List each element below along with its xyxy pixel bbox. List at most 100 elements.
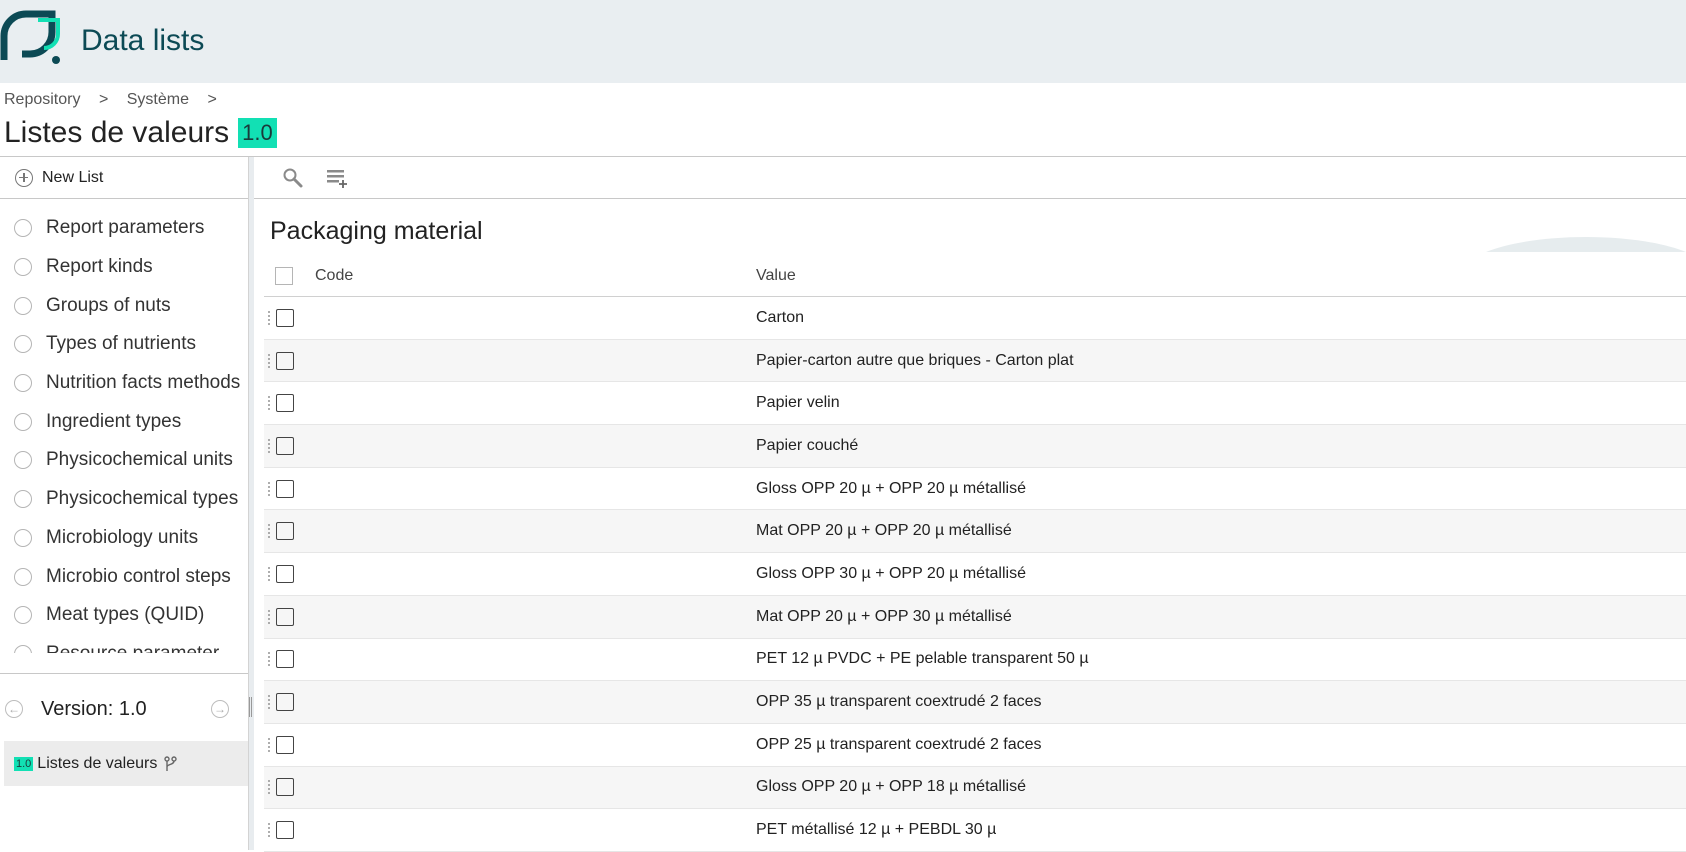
next-version-icon[interactable]: → [211, 700, 229, 718]
drag-handle-icon[interactable] [267, 523, 271, 540]
row-checkbox[interactable] [276, 564, 294, 583]
table-header: Code Value [264, 255, 1686, 297]
row-checkbox[interactable] [276, 778, 294, 797]
sidebar-item-physicochemical-types[interactable]: Physicochemical types [0, 480, 248, 519]
sidebar-item-groups-of-nuts[interactable]: Groups of nuts [0, 286, 248, 325]
radio-icon[interactable] [14, 412, 32, 431]
app-title: Data lists [81, 24, 205, 57]
data-list-menu[interactable]: Report parameters Report kinds Groups of… [0, 209, 248, 653]
row-checkbox[interactable] [276, 522, 294, 541]
sidebar-item-label: Resource parameter [46, 643, 219, 653]
table-row[interactable]: OPP 25 µ transparent coextrudé 2 faces [264, 724, 1686, 767]
drag-handle-icon[interactable] [267, 395, 271, 412]
table-row[interactable]: PET métallisé 12 µ + PEBDL 30 µ [264, 809, 1686, 852]
drag-handle-icon[interactable] [267, 608, 271, 625]
select-all-checkbox[interactable] [275, 266, 293, 285]
splitter-grip-icon[interactable] [249, 697, 252, 717]
table-row[interactable]: Mat OPP 20 µ + OPP 20 µ métallisé [264, 510, 1686, 554]
search-icon[interactable] [282, 167, 304, 189]
drag-handle-icon[interactable] [267, 352, 271, 369]
new-list-button[interactable]: New List [0, 157, 248, 199]
version-badge: 1.0 [238, 118, 277, 148]
page-title-text: Listes de valeurs [4, 116, 230, 149]
row-checkbox[interactable] [276, 693, 294, 712]
sidebar-item-label: Groups of nuts [46, 294, 171, 316]
drag-handle-icon[interactable] [267, 822, 271, 839]
value-cell: Mat OPP 20 µ + OPP 30 µ métallisé [756, 607, 1012, 625]
main-panel: Packaging material Code Value Carton Papi… [254, 157, 1686, 852]
row-checkbox[interactable] [276, 607, 294, 626]
drag-handle-icon[interactable] [267, 779, 271, 796]
row-checkbox[interactable] [276, 436, 294, 455]
drag-handle-icon[interactable] [267, 694, 271, 711]
sidebar-item-label: Microbio control steps [46, 565, 231, 587]
table-row[interactable]: Papier velin [264, 382, 1686, 426]
radio-icon[interactable] [14, 335, 32, 354]
previous-version-icon[interactable]: ← [5, 700, 23, 718]
drag-handle-icon[interactable] [267, 480, 271, 497]
value-cell: OPP 25 µ transparent coextrudé 2 faces [756, 735, 1042, 753]
row-checkbox[interactable] [276, 351, 294, 370]
version-tree-node[interactable]: 1.0 Listes de valeurs [4, 741, 248, 786]
column-header-value[interactable]: Value [756, 267, 796, 285]
column-header-code[interactable]: Code [315, 267, 756, 285]
drag-handle-icon[interactable] [267, 437, 271, 454]
sidebar-item-report-parameters[interactable]: Report parameters [0, 209, 248, 248]
table-row[interactable]: Gloss OPP 30 µ + OPP 20 µ métallisé [264, 553, 1686, 596]
radio-icon[interactable] [14, 296, 32, 315]
value-cell: PET métallisé 12 µ + PEBDL 30 µ [756, 821, 997, 839]
row-checkbox[interactable] [276, 479, 294, 498]
breadcrumb-repository[interactable]: Repository [4, 91, 80, 108]
sidebar-item-microbio-control-steps[interactable]: Microbio control steps [0, 557, 248, 596]
sidebar-item-nutrition-facts-methods[interactable]: Nutrition facts methods [0, 364, 248, 403]
breadcrumb-systeme[interactable]: Système [127, 91, 189, 108]
value-cell: Carton [756, 308, 805, 326]
table-row[interactable]: Carton [264, 297, 1686, 340]
value-cell: PET 12 µ PVDC + PE pelable transparent 5… [756, 650, 1089, 668]
branch-icon [164, 755, 178, 771]
app-header: Data lists [0, 0, 1686, 83]
sidebar: New List Report parameters Report kinds … [0, 157, 248, 850]
sidebar-item-report-kinds[interactable]: Report kinds [0, 248, 248, 287]
value-cell: Papier velin [756, 394, 840, 412]
table-row[interactable]: PET 12 µ PVDC + PE pelable transparent 5… [264, 639, 1686, 682]
sidebar-item-types-of-nutrients[interactable]: Types of nutrients [0, 325, 248, 364]
radio-icon[interactable] [14, 490, 32, 509]
sidebar-item-label: Physicochemical units [46, 449, 233, 471]
row-checkbox[interactable] [276, 308, 294, 327]
sidebar-item-ingredient-types[interactable]: Ingredient types [0, 402, 248, 441]
table-row[interactable]: Gloss OPP 20 µ + OPP 18 µ métallisé [264, 766, 1686, 810]
drag-handle-icon[interactable] [267, 565, 271, 582]
radio-icon[interactable] [14, 567, 32, 586]
table-row[interactable]: OPP 35 µ transparent coextrudé 2 faces [264, 681, 1686, 724]
version-navigator: ← Version: 1.0 → [0, 689, 248, 729]
drag-handle-icon[interactable] [267, 651, 271, 668]
values-table: Code Value Carton Papier-carton autre que… [264, 255, 1686, 852]
drag-handle-icon[interactable] [267, 736, 271, 753]
row-checkbox[interactable] [276, 735, 294, 754]
row-checkbox[interactable] [276, 650, 294, 669]
version-label: Version: 1.0 [41, 697, 147, 720]
radio-icon[interactable] [14, 528, 32, 547]
table-row[interactable]: Papier couché [264, 425, 1686, 468]
radio-icon[interactable] [14, 219, 32, 238]
drag-handle-icon[interactable] [267, 309, 271, 326]
radio-icon[interactable] [14, 644, 32, 653]
table-row[interactable]: Mat OPP 20 µ + OPP 30 µ métallisé [264, 595, 1686, 639]
radio-icon[interactable] [14, 258, 32, 277]
page-title: Listes de valeurs 1.0 [4, 116, 277, 150]
sidebar-item-microbiology-units[interactable]: Microbiology units [0, 519, 248, 558]
row-checkbox[interactable] [276, 394, 294, 413]
add-row-icon[interactable] [326, 167, 348, 189]
version-node-label: Listes de valeurs [37, 754, 158, 772]
breadcrumb-separator: > [98, 91, 109, 108]
radio-icon[interactable] [14, 374, 32, 393]
table-row[interactable]: Gloss OPP 20 µ + OPP 20 µ métallisé [264, 468, 1686, 511]
table-row[interactable]: Papier-carton autre que briques - Carton… [264, 339, 1686, 383]
row-checkbox[interactable] [276, 821, 294, 840]
radio-icon[interactable] [14, 606, 32, 625]
radio-icon[interactable] [14, 451, 32, 470]
sidebar-item-meat-types[interactable]: Meat types (QUID) [0, 596, 248, 635]
sidebar-item-resource-parameter[interactable]: Resource parameter [0, 635, 248, 653]
sidebar-item-physicochemical-units[interactable]: Physicochemical units [0, 441, 248, 480]
